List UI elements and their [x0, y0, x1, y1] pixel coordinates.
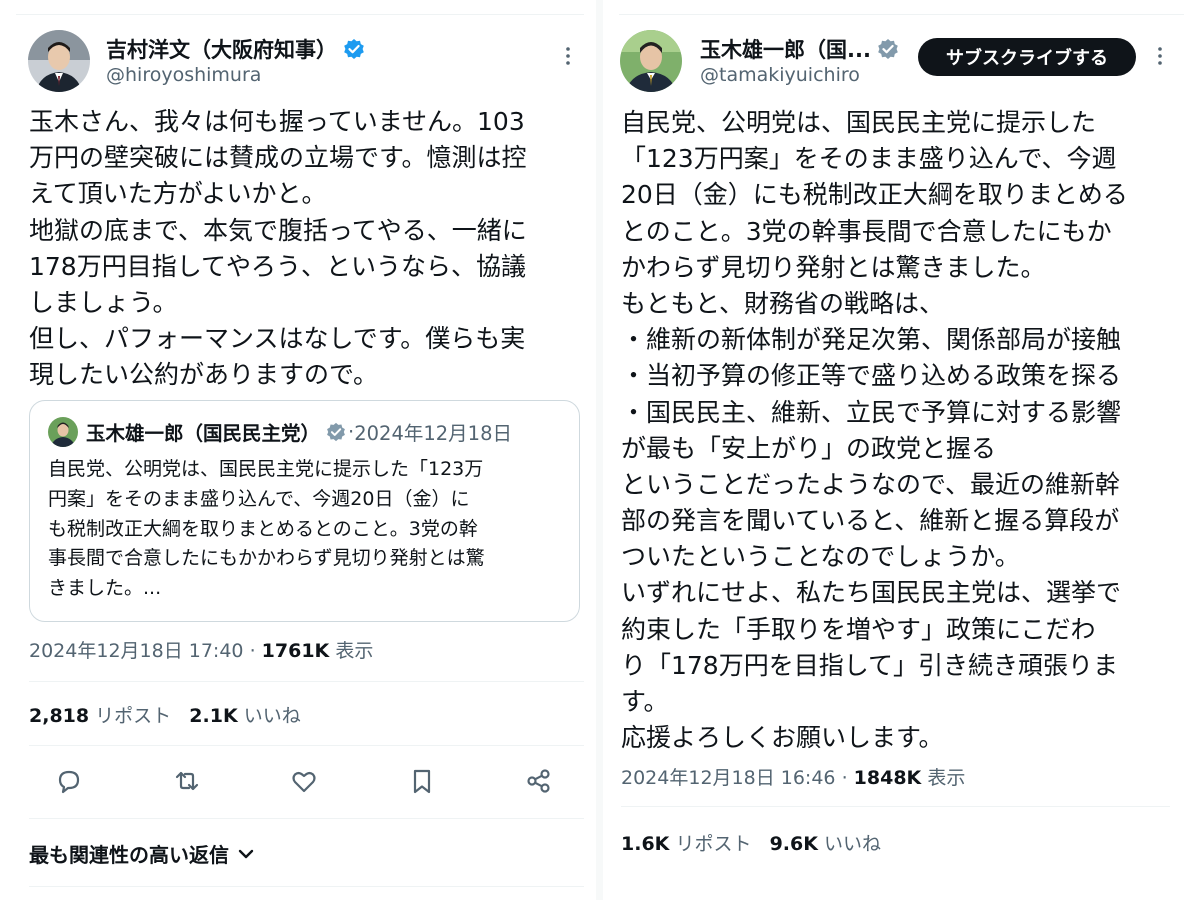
text-line: ということだったようなので、最近の維新幹 [621, 469, 1121, 499]
text-line: 178万円目指してやろう、というなら、協議 [29, 251, 526, 281]
more-icon[interactable] [556, 44, 580, 68]
reposts-count: 1.6K [621, 833, 670, 855]
views-count: 1761K [261, 640, 330, 662]
text-line: きました。... [48, 577, 162, 600]
verified-icon [343, 38, 365, 60]
quote-text: 自民党、公明党は、国民民主党に提示した「123万 円案」をそのまま盛り込んで、今週… [48, 455, 485, 604]
text-line: かわらず見切り発射とは驚きました。 [621, 252, 1046, 282]
top-divider [619, 14, 1184, 15]
quoted-tweet[interactable]: 玉木雄一郎（国民民主党） · 2024年12月18日 自民党、公明党は、国民民主… [29, 400, 580, 622]
reposts-label: リポスト [675, 833, 752, 855]
tweet-text: 玉木さん、我々は何も握っていません。103 万円の壁突破には賛成の立場です。憶測は… [29, 104, 527, 394]
text-line: ・維新の新体制が発足次第、関係部局が接触 [621, 325, 1122, 355]
text-line: 自民党、公明党は、国民民主党に提示した「123万 [48, 458, 484, 480]
divider [621, 806, 1170, 807]
reposts-label: リポスト [95, 705, 172, 727]
divider [29, 681, 584, 682]
verified-gray-icon [326, 422, 346, 442]
chevron-down-icon [238, 849, 254, 858]
author-name[interactable]: 吉村洋文（大阪府知事） [106, 34, 337, 64]
text-line: いずれにせよ、私たち国民民主党は、選挙で [621, 578, 1122, 608]
text-line: ・当初予算の修正等で盛り込める政策を探る [621, 361, 1122, 391]
more-icon[interactable] [1148, 44, 1172, 68]
text-line: す。 [621, 687, 669, 716]
like-icon[interactable] [289, 766, 319, 796]
views-label: 表示 [927, 767, 966, 789]
text-line: ・国民民主、維新、立民で予算に対する影響 [621, 397, 1122, 427]
views-label: 表示 [335, 640, 374, 662]
divider [29, 818, 584, 819]
meta-dot: · [841, 767, 848, 789]
likes-count: 9.6K [769, 833, 818, 855]
timestamp[interactable]: 2024年12月18日 17:40 [29, 640, 244, 662]
text-line: 20日（金）にも税制改正大綱を取りまとめる [621, 180, 1128, 210]
reposts-stat[interactable]: 1.6K リポスト [621, 833, 751, 855]
engagement-stats: 2,818 リポスト 2.1K いいね [29, 701, 301, 728]
replies-sort-button[interactable]: 最も関連性の高い返信 [29, 839, 255, 868]
author-handle[interactable]: @tamakiyuichiro [700, 64, 860, 86]
author-name-row[interactable]: 吉村洋文（大阪府知事） [106, 34, 365, 64]
panel-separator [596, 0, 603, 900]
divider [29, 886, 584, 887]
likes-stat[interactable]: 9.6K いいね [770, 833, 881, 855]
reposts-count: 2,818 [29, 705, 90, 727]
reposts-stat[interactable]: 2,818 リポスト [29, 705, 171, 727]
text-line: 応援よろしくお願いします。 [621, 723, 944, 753]
tweet-meta: 2024年12月18日 16:46 · 1848K 表示 [621, 763, 965, 790]
right-tweet-panel: 玉木雄一郎（国... @tamakiyuichiro サブスクライブする 自民党… [603, 0, 1200, 900]
tweet-meta: 2024年12月18日 17:40 · 1761K 表示 [29, 636, 373, 663]
text-line: 但し、パフォーマンスはなしです。僕らも実 [29, 324, 526, 354]
meta-dot: · [249, 640, 256, 662]
text-line: 現したい公約がありますので。 [29, 360, 379, 390]
divider [29, 745, 584, 746]
text-line: もともと、財務省の戦略は、 [621, 288, 945, 318]
share-icon[interactable] [524, 766, 554, 796]
author-name[interactable]: 玉木雄一郎（国... [700, 34, 871, 64]
text-line: 自民党、公明党は、国民民主党に提示した [621, 108, 1097, 137]
likes-stat[interactable]: 2.1K いいね [189, 705, 300, 727]
text-line: 部の発言を聞いていると、維新と握る算段が [621, 506, 1120, 536]
author-handle[interactable]: @hiroyoshimura [106, 64, 261, 86]
verified-gray-icon [877, 38, 899, 60]
text-line: 玉木さん、我々は何も握っていません。103 [29, 107, 525, 136]
text-line: しましょう。 [29, 287, 178, 317]
likes-count: 2.1K [189, 705, 238, 727]
text-line: が最も「安上がり」の政党と握る [621, 433, 997, 463]
quote-author-row: 玉木雄一郎（国民民主党） · 2024年12月18日 [86, 417, 512, 446]
views-count: 1848K [853, 767, 922, 789]
text-line: えて頂いた方がよいかと。 [29, 179, 327, 209]
text-line: も税制改正大綱を取りまとめるとのこと。3党の幹 [48, 517, 478, 540]
text-line: 地獄の底まで、本気で腹括ってやる、一緒に [29, 215, 527, 245]
avatar[interactable] [28, 30, 90, 92]
reply-icon[interactable] [54, 766, 84, 796]
quote-avatar [48, 417, 78, 447]
subscribe-button[interactable]: サブスクライブする [918, 38, 1136, 76]
quote-author-name: 玉木雄一郎（国民民主党） [86, 422, 321, 445]
author-name-row[interactable]: 玉木雄一郎（国... [700, 34, 899, 64]
text-line: 円案」をそのまま盛り込んで、今週20日（金）に [48, 487, 470, 510]
replies-sort-label: 最も関連性の高い返信 [29, 843, 229, 867]
timestamp[interactable]: 2024年12月18日 16:46 [621, 767, 836, 789]
quote-date: 2024年12月18日 [354, 422, 512, 445]
text-line: 事長間で合意したにもかかわらず見切り発射とは驚 [48, 547, 485, 570]
text-line: 「123万円案」をそのまま盛り込んで、今週 [621, 144, 1117, 174]
text-line: り「178万円を目指して」引き続き頑張りま [621, 650, 1118, 680]
engagement-stats: 1.6K リポスト 9.6K いいね [621, 829, 881, 856]
tweet-text: 自民党、公明党は、国民民主党に提示した 「123万円案」をそのまま盛り込んで、今週… [621, 105, 1128, 756]
text-line: とのこと。3党の幹事長間で合意したにもか [621, 216, 1112, 246]
likes-label: いいね [243, 705, 301, 727]
bookmark-icon[interactable] [407, 766, 437, 796]
text-line: 約束した「手取りを増やす」政策にこだわ [621, 614, 1096, 644]
avatar[interactable] [620, 30, 682, 92]
likes-label: いいね [824, 833, 882, 855]
repost-icon[interactable] [172, 766, 202, 796]
left-tweet-panel: 吉村洋文（大阪府知事） @hiroyoshimura 玉木さん、我々は何も握って… [0, 0, 600, 900]
top-divider [16, 14, 584, 15]
text-line: ついたということなのでしょうか。 [621, 542, 1020, 572]
text-line: 万円の壁突破には賛成の立場です。憶測は控 [29, 143, 527, 173]
